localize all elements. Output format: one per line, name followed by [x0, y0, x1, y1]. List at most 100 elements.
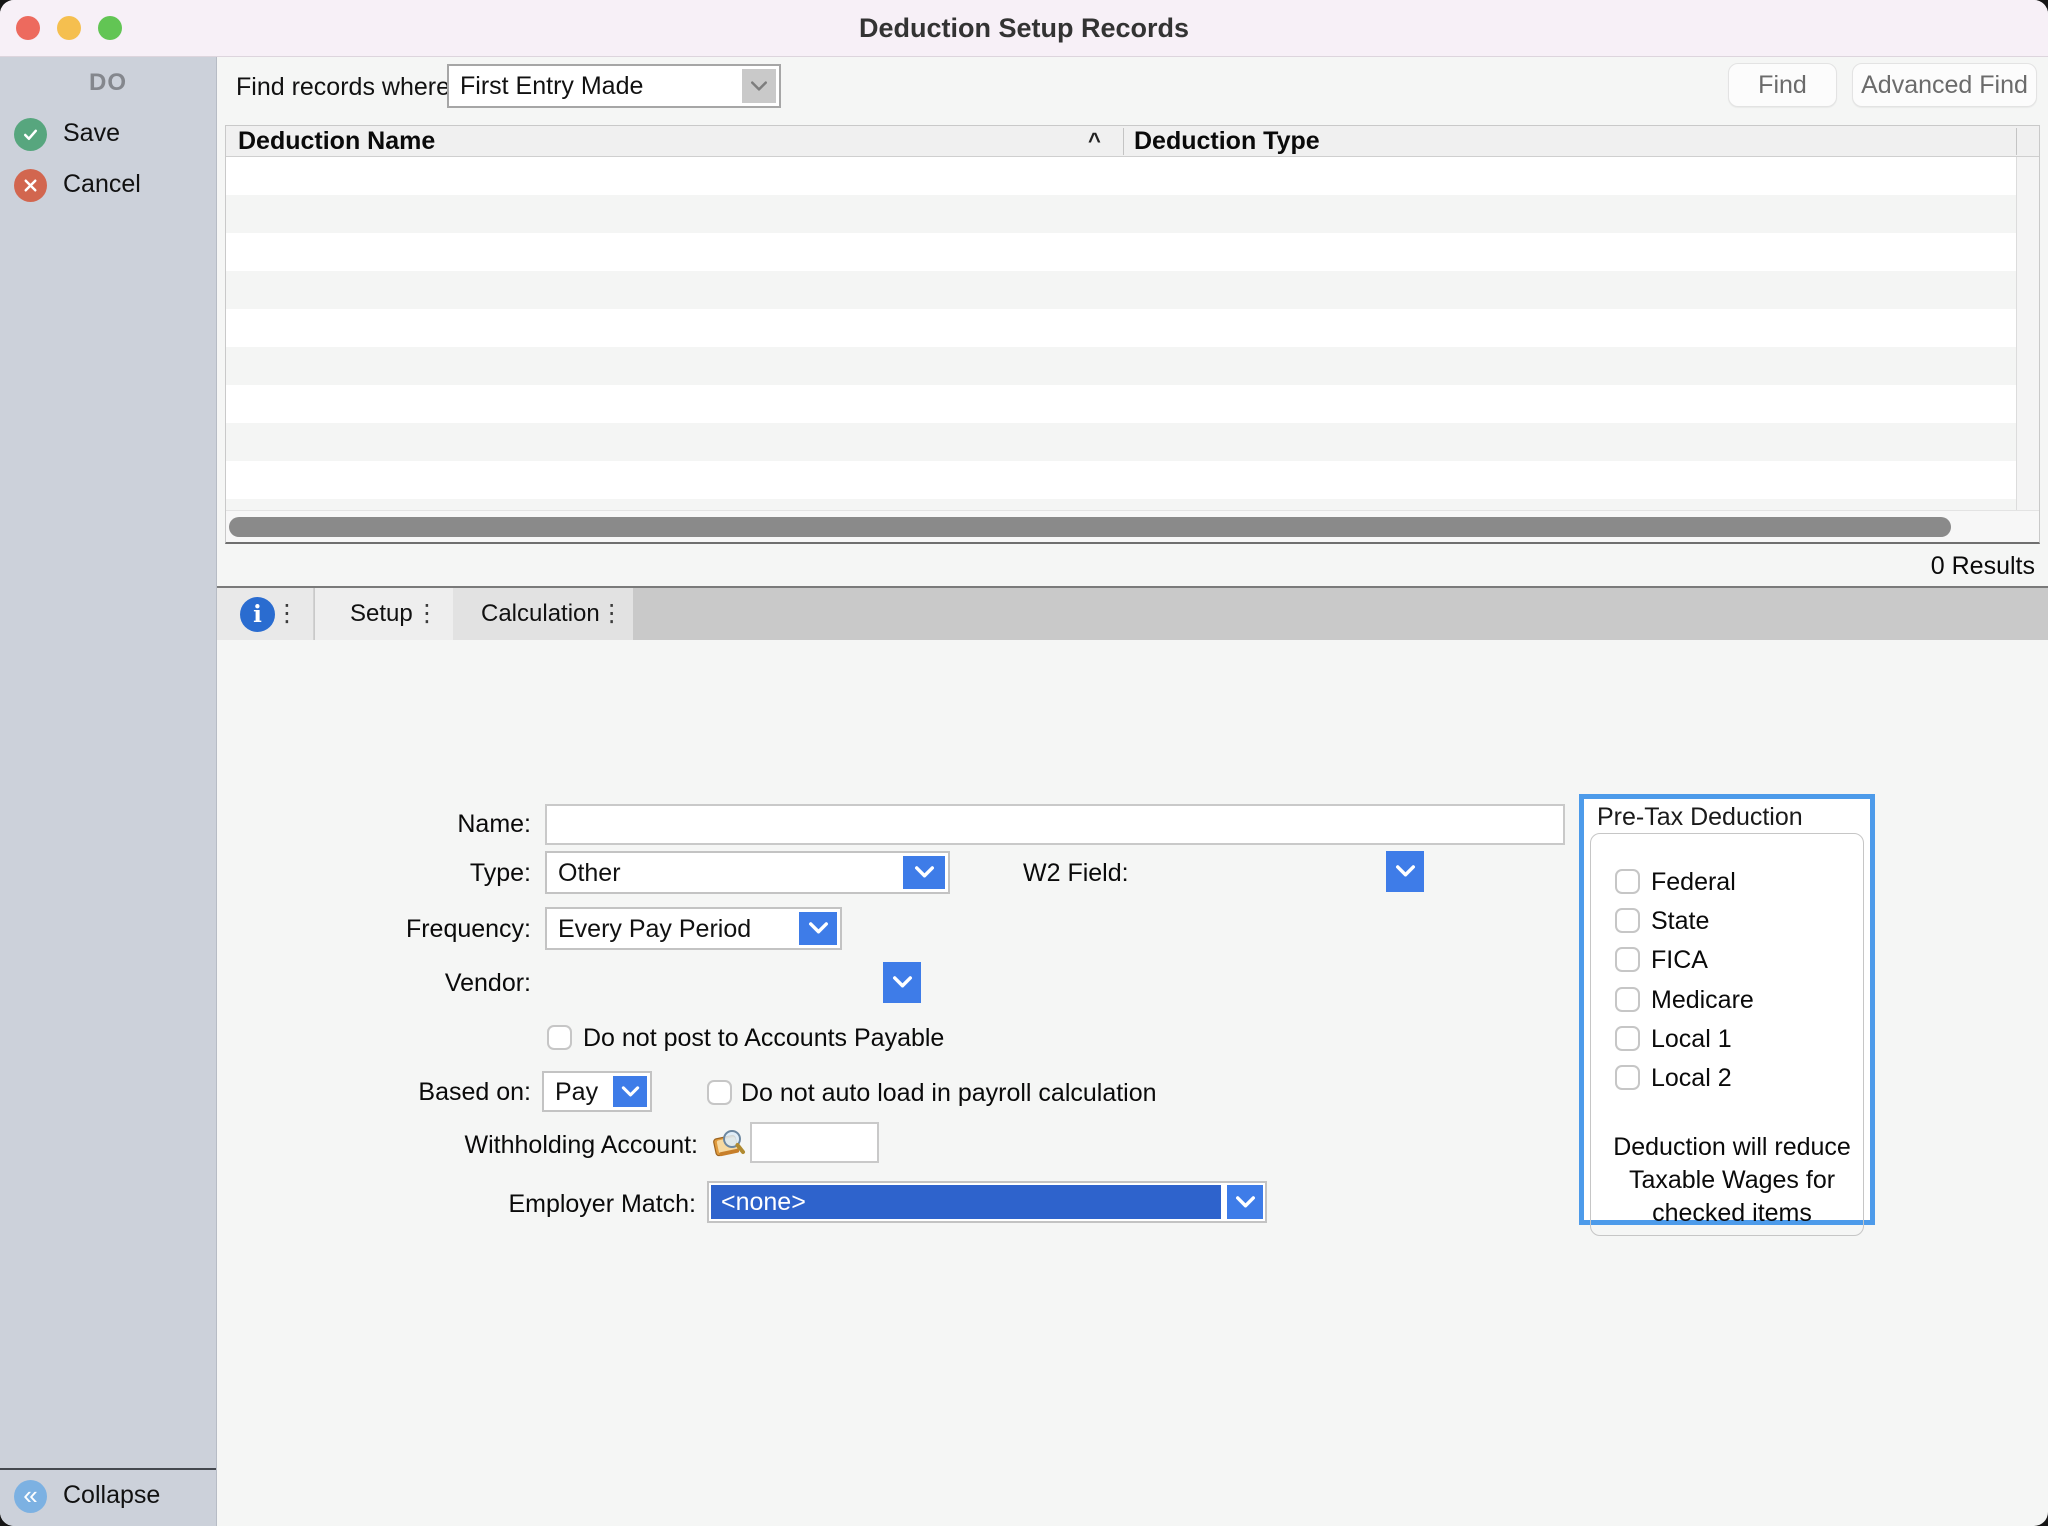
- column-divider: [2016, 128, 2017, 155]
- withholding-account-label: Withholding Account:: [400, 1131, 698, 1160]
- state-checkbox[interactable]: [1615, 908, 1640, 933]
- record-info-segment: i ⋮: [217, 588, 314, 640]
- medicare-label: Medicare: [1651, 986, 1754, 1015]
- results-count: 0 Results: [1931, 552, 2035, 581]
- local1-checkbox[interactable]: [1615, 1026, 1640, 1051]
- horizontal-scrollbar-thumb[interactable]: [229, 517, 1951, 537]
- based-on-dropdown-chevron-button[interactable]: [613, 1076, 647, 1107]
- name-input[interactable]: [545, 804, 1565, 845]
- chevron-down-icon: [914, 866, 935, 879]
- vertical-scrollbar-track[interactable]: [2016, 157, 2039, 511]
- cancel-x-icon: [14, 169, 47, 202]
- type-dropdown[interactable]: Other: [545, 851, 950, 894]
- tab-calculation-label: Calculation: [481, 600, 600, 628]
- overflow-dots-icon[interactable]: ⋮: [600, 602, 624, 626]
- do-not-autoload-checkbox[interactable]: [707, 1080, 732, 1105]
- window-title: Deduction Setup Records: [0, 0, 2048, 57]
- state-label: State: [1651, 907, 1709, 936]
- horizontal-scrollbar-track[interactable]: [226, 510, 2039, 542]
- sort-ascending-icon[interactable]: ^: [1088, 128, 1101, 154]
- collapse-button-label: Collapse: [63, 1481, 160, 1510]
- cancel-button[interactable]: Cancel: [0, 165, 216, 209]
- type-label: Type:: [300, 859, 531, 888]
- cancel-button-label: Cancel: [63, 170, 141, 199]
- frequency-label: Frequency:: [300, 915, 531, 944]
- sidebar-header: DO: [0, 69, 216, 97]
- save-button[interactable]: Save: [0, 114, 216, 158]
- frequency-dropdown[interactable]: Every Pay Period: [545, 907, 842, 950]
- overflow-dots-icon[interactable]: ⋮: [275, 602, 299, 626]
- find-records-label: Find records where: [236, 73, 450, 102]
- employer-match-label: Employer Match:: [400, 1190, 696, 1219]
- deduction-setup-window: Deduction Setup Records DO Save Cancel «…: [0, 0, 2048, 1526]
- overflow-dots-icon[interactable]: ⋮: [415, 602, 439, 626]
- type-dropdown-value: Other: [558, 859, 621, 888]
- employer-match-value: <none>: [721, 1188, 806, 1217]
- chevron-down-icon: [892, 976, 913, 989]
- tab-calculation[interactable]: Calculation ⋮: [453, 588, 633, 640]
- medicare-checkbox[interactable]: [1615, 987, 1640, 1012]
- chevron-down-icon: [750, 80, 768, 92]
- local1-label: Local 1: [1651, 1025, 1732, 1054]
- save-button-label: Save: [63, 119, 120, 148]
- pretax-item-state: State: [1584, 908, 1870, 936]
- chevron-down-icon: [1395, 865, 1416, 878]
- chevron-down-icon: [1235, 1196, 1256, 1209]
- local2-checkbox[interactable]: [1615, 1065, 1640, 1090]
- find-filter-value: First Entry Made: [460, 72, 643, 101]
- fica-label: FICA: [1651, 946, 1708, 975]
- save-check-icon: [14, 118, 47, 151]
- chevron-down-icon: [621, 1086, 640, 1098]
- based-on-label: Based on:: [300, 1078, 531, 1107]
- column-divider[interactable]: [1123, 128, 1124, 155]
- table-body-empty: [226, 157, 2016, 511]
- chevron-down-icon: [808, 922, 829, 935]
- collapse-button[interactable]: « Collapse: [0, 1476, 216, 1520]
- pretax-item-fica: FICA: [1584, 947, 1870, 975]
- sidebar: DO Save Cancel « Collapse: [0, 57, 217, 1526]
- fica-checkbox[interactable]: [1615, 947, 1640, 972]
- pretax-deduction-panel: Pre-Tax Deduction Federal State FICA Med…: [1579, 794, 1875, 1225]
- pretax-panel-title: Pre-Tax Deduction: [1594, 803, 1812, 832]
- frequency-dropdown-value: Every Pay Period: [558, 915, 751, 944]
- find-filter-chevron-button[interactable]: [742, 69, 776, 103]
- based-on-dropdown-value: Pay: [555, 1078, 598, 1107]
- do-not-autoload-label: Do not auto load in payroll calculation: [741, 1079, 1157, 1108]
- vendor-dropdown-button[interactable]: [883, 962, 921, 1003]
- withholding-account-input[interactable]: [750, 1122, 879, 1163]
- do-not-post-ap-label: Do not post to Accounts Payable: [583, 1024, 944, 1053]
- frequency-dropdown-chevron-button[interactable]: [799, 912, 837, 945]
- w2-field-dropdown-button[interactable]: [1386, 851, 1424, 892]
- vendor-label: Vendor:: [300, 969, 531, 998]
- tab-setup[interactable]: Setup ⋮: [315, 588, 453, 640]
- info-icon[interactable]: i: [240, 597, 275, 632]
- find-filter-dropdown[interactable]: First Entry Made: [447, 64, 781, 108]
- federal-checkbox[interactable]: [1615, 869, 1640, 894]
- account-lookup-icon[interactable]: [710, 1127, 747, 1161]
- pretax-item-federal: Federal: [1584, 869, 1870, 897]
- find-button[interactable]: Find: [1728, 63, 1837, 107]
- name-label: Name:: [300, 810, 531, 839]
- local2-label: Local 2: [1651, 1064, 1732, 1093]
- pretax-item-local2: Local 2: [1584, 1065, 1870, 1093]
- collapse-chevrons-icon: «: [14, 1480, 47, 1513]
- pretax-item-medicare: Medicare: [1584, 987, 1870, 1015]
- titlebar: Deduction Setup Records: [0, 0, 2048, 57]
- based-on-dropdown[interactable]: Pay: [542, 1071, 652, 1112]
- employer-match-chevron-button[interactable]: [1227, 1185, 1263, 1219]
- pretax-note: Deduction will reduce Taxable Wages for …: [1607, 1131, 1857, 1230]
- employer-match-dropdown[interactable]: <none>: [707, 1181, 1267, 1223]
- tab-setup-label: Setup: [350, 600, 413, 628]
- federal-label: Federal: [1651, 868, 1736, 897]
- employer-match-selected-fill: <none>: [711, 1185, 1221, 1219]
- w2-field-label: W2 Field:: [1023, 859, 1122, 888]
- column-header-deduction-type[interactable]: Deduction Type: [1134, 127, 1320, 156]
- type-dropdown-chevron-button[interactable]: [903, 856, 945, 889]
- sidebar-divider: [0, 1468, 216, 1470]
- results-table: Deduction Name ^ Deduction Type: [225, 125, 2040, 544]
- column-header-deduction-name[interactable]: Deduction Name: [238, 127, 435, 156]
- do-not-post-ap-checkbox[interactable]: [547, 1025, 572, 1050]
- find-button-label: Find: [1758, 71, 1807, 100]
- advanced-find-button-label: Advanced Find: [1861, 71, 2028, 100]
- advanced-find-button[interactable]: Advanced Find: [1852, 63, 2037, 107]
